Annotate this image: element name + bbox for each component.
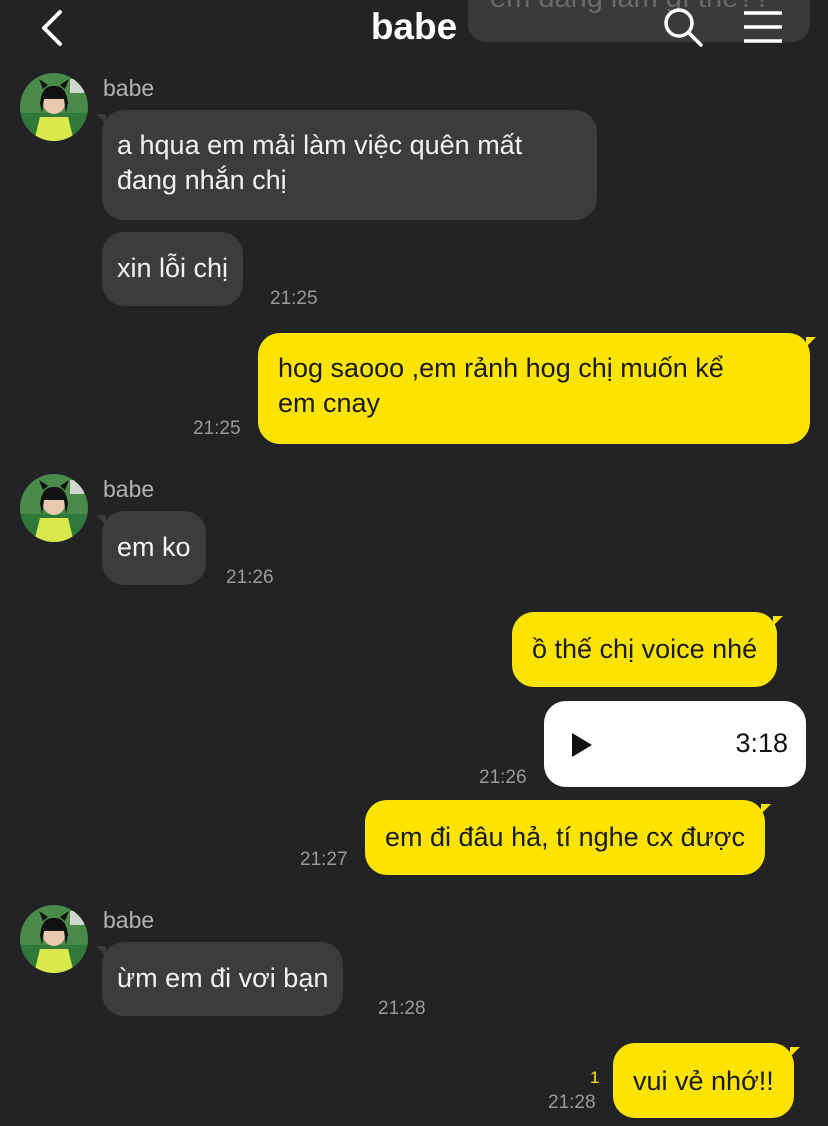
menu-icon[interactable] [742,10,784,44]
incoming-message-bubble[interactable]: em ko [96,511,206,585]
message-time: 21:27 [300,849,348,870]
message-text: ừm em đi vơi bạn [117,963,329,993]
message-time: 21:28 [378,998,426,1019]
avatar[interactable] [20,73,88,141]
sender-name: babe [103,75,155,101]
message-text: em ko [117,532,191,562]
unread-count: 1 [590,1068,600,1087]
message-text: ồ thế chị voice nhé [532,634,758,664]
message-text-line: đang nhắn chị [117,165,287,195]
message-time: 21:26 [479,767,527,788]
message-text: xin lỗi chị [117,253,229,283]
outgoing-message-bubble[interactable]: hog saooo ,em rảnh hog chị muốn kể em cn… [258,333,816,444]
search-icon[interactable] [662,6,704,48]
message-time: 21:25 [270,288,318,309]
incoming-message-bubble[interactable]: ừm em đi vơi bạn [95,942,344,1016]
sender-name: babe [103,907,155,933]
outgoing-message-bubble[interactable]: ồ thế chị voice nhé [512,612,784,687]
outgoing-message-bubble[interactable]: em đi đâu hả, tí nghe cx được [365,800,771,875]
message-time: 21:28 [548,1092,596,1113]
message-time: 21:25 [193,418,241,439]
message-text-line: em cnay [278,388,381,418]
message-text-line: hog saooo ,em rảnh hog chị muốn kể [278,353,724,383]
avatar[interactable] [20,905,88,973]
message-text: vui vẻ nhớ!! [633,1066,774,1096]
message-text-line: a hqua em mải làm việc quên mất [117,130,523,160]
outgoing-message-bubble[interactable]: vui vẻ nhớ!! [613,1043,800,1118]
incoming-message-bubble[interactable]: xin lỗi chị [102,232,244,306]
message-time: 21:26 [226,567,274,588]
incoming-message-bubble[interactable]: a hqua em mải làm việc quên mất đang nhắ… [96,110,597,220]
sender-name: babe [103,476,155,502]
avatar[interactable] [20,474,88,542]
play-icon[interactable] [570,731,594,759]
chat-header: em đang làm gì thế?? babe [0,0,828,62]
voice-duration: 3:18 [735,728,788,758]
voice-message[interactable]: 3:18 [544,701,806,787]
message-text: em đi đâu hả, tí nghe cx được [385,822,745,852]
